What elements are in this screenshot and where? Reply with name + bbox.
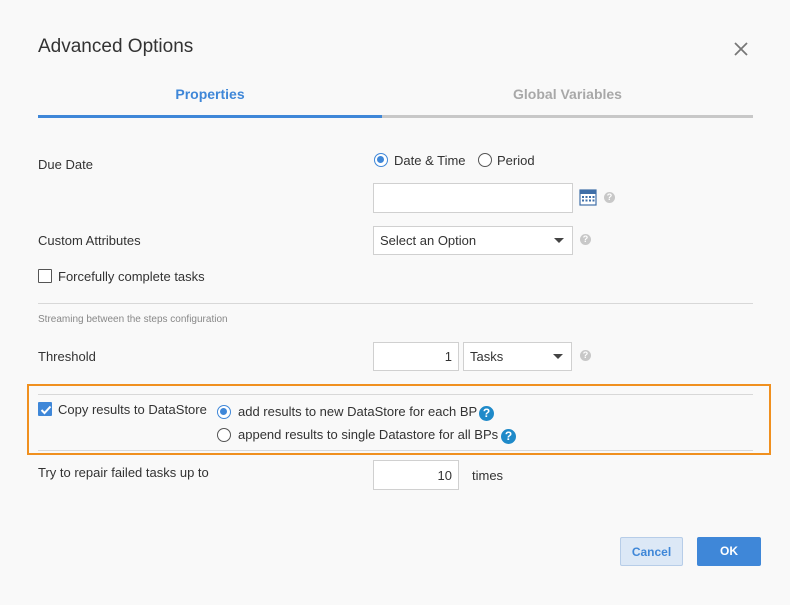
divider — [38, 450, 753, 451]
copy-results-label[interactable]: Copy results to DataStore — [58, 402, 207, 417]
single-datastore-label[interactable]: append results to single Datastore for a… — [238, 427, 498, 442]
single-datastore-radio[interactable] — [217, 428, 231, 442]
new-datastore-radio[interactable] — [217, 405, 231, 419]
threshold-help-icon[interactable]: ? — [580, 350, 591, 361]
tab-properties[interactable]: Properties — [38, 80, 382, 118]
single-datastore-help-icon[interactable]: ? — [501, 429, 516, 444]
custom-attributes-label: Custom Attributes — [38, 233, 141, 248]
cancel-button[interactable]: Cancel — [620, 537, 683, 566]
streaming-section-note: Streaming between the steps configuratio… — [38, 314, 228, 325]
due-date-period-radio[interactable] — [478, 153, 492, 167]
threshold-label: Threshold — [38, 349, 96, 364]
repair-suffix: times — [472, 468, 504, 483]
forcefully-complete-label[interactable]: Forcefully complete tasks — [58, 269, 205, 284]
tab-global-variables[interactable]: Global Variables — [382, 80, 753, 118]
advanced-options-dialog: Advanced Options Properties Global Varia… — [0, 0, 790, 605]
copy-results-checkbox[interactable] — [38, 402, 52, 416]
repair-label: Try to repair failed tasks up to — [38, 465, 209, 480]
chevron-down-icon — [553, 354, 563, 359]
threshold-unit-select[interactable]: Tasks — [463, 342, 572, 371]
new-datastore-help-icon[interactable]: ? — [479, 406, 494, 421]
custom-attributes-selected: Select an Option — [380, 233, 477, 248]
due-date-input[interactable] — [373, 183, 573, 213]
dialog-title: Advanced Options — [38, 36, 194, 57]
custom-attributes-select[interactable]: Select an Option — [373, 226, 573, 255]
divider — [38, 303, 753, 304]
divider — [38, 394, 753, 395]
tab-bar: Properties Global Variables — [38, 80, 753, 118]
close-icon[interactable] — [732, 40, 750, 58]
calendar-icon[interactable] — [579, 188, 597, 206]
due-date-help-icon[interactable]: ? — [604, 192, 615, 203]
new-datastore-label[interactable]: add results to new DataStore for each BP — [238, 404, 477, 419]
repair-count-input[interactable] — [373, 460, 459, 490]
due-date-datetime-radio[interactable] — [374, 153, 388, 167]
due-date-period-label[interactable]: Period — [497, 153, 535, 168]
chevron-down-icon — [554, 238, 564, 243]
forcefully-complete-checkbox[interactable] — [38, 269, 52, 283]
threshold-input[interactable] — [373, 342, 459, 371]
due-date-datetime-label[interactable]: Date & Time — [394, 153, 466, 168]
custom-attributes-help-icon[interactable]: ? — [580, 234, 591, 245]
due-date-label: Due Date — [38, 157, 93, 172]
threshold-unit-selected: Tasks — [470, 349, 504, 364]
ok-button[interactable]: OK — [697, 537, 761, 566]
